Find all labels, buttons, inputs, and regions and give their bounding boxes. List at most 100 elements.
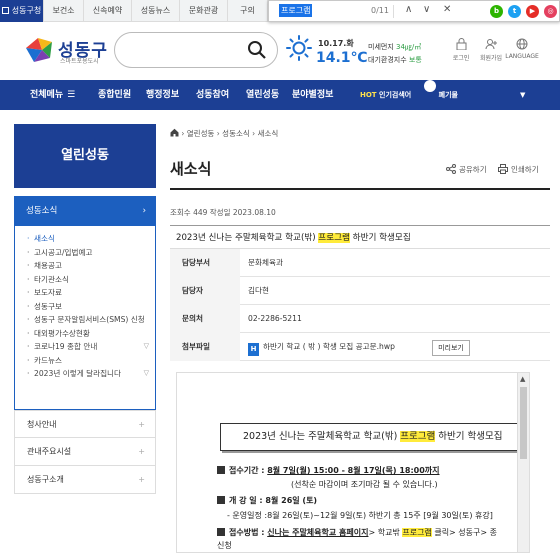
sidebar-item-sms[interactable]: 성동구 문자알림서비스(SMS) 신청 [27, 313, 147, 327]
find-close-icon[interactable]: ✕ [443, 4, 451, 15]
page-title: 새소식 [170, 160, 212, 178]
weather-date: 10.17.화 [318, 39, 354, 48]
doc-text: 클릭> 성동구> 종 [431, 528, 497, 537]
nav-open-seongdong[interactable]: 열린성동 [246, 80, 279, 110]
sidebar-item-news[interactable]: 새소식 [27, 232, 147, 246]
sidebar-item-label: 코로나19 종합 안내 [34, 342, 98, 351]
hot-rank: 1 [423, 80, 436, 99]
sidebar-item-gazette[interactable]: 성동구보 [27, 300, 147, 314]
tab-health-center[interactable]: 보건소 [44, 0, 84, 22]
tab-label: 성동뉴스 [140, 6, 171, 15]
plus-icon: + [138, 420, 145, 429]
scroll-up-icon[interactable]: ▲ [520, 375, 525, 383]
site-search-input[interactable] [114, 32, 278, 68]
sidebar-item-other-orgs[interactable]: 타기관소식 [27, 273, 147, 287]
share-button[interactable]: 공유하기 [446, 164, 487, 175]
air-index-value: 보통 [408, 56, 422, 64]
doc-label: 접수기간 : [229, 466, 268, 475]
sidebar-item-press[interactable]: 보도자료 [27, 286, 147, 300]
doc-link[interactable]: 신나는 주말체육학교 홈페이지 [267, 528, 368, 537]
info-value: 김다현 [248, 286, 269, 295]
sidebar-item-notice[interactable]: 고시공고/입법예고 [27, 246, 147, 260]
sidebar-section-news[interactable]: 성동소식 › [14, 196, 156, 226]
scrollbar-thumb[interactable] [520, 387, 527, 459]
logo-mark-icon [26, 38, 52, 62]
expand-icon[interactable]: ▽ [144, 340, 149, 354]
sidebar-item-cardnews[interactable]: 카드뉴스 [27, 354, 147, 368]
sidebar-item-label: 타기관소식 [34, 274, 69, 284]
nav-participation[interactable]: 성동참여 [196, 80, 229, 110]
doc-label: 개 강 일 : [229, 496, 266, 505]
tab-label: 보건소 [52, 6, 75, 15]
nav-civil-service[interactable]: 종합민원 [98, 80, 131, 110]
find-input[interactable]: 프로그램 [279, 4, 313, 17]
instagram-icon[interactable]: ◎ [544, 5, 557, 18]
tab-label: 구의 [240, 6, 255, 15]
share-label: 공유하기 [459, 165, 487, 174]
doc-line-apply: 신청 [217, 541, 232, 550]
sidebar-item-label: 채용공고 [34, 261, 62, 270]
home-icon[interactable] [170, 128, 179, 137]
doc-line-method: 접수방법 : 신나는 주말체육학교 홈페이지> 학교밖 프로그램 클릭> 성동구… [217, 527, 497, 538]
doc-line-note: (선착순 마감이며 조기마감 될 수 있습니다.) [291, 480, 438, 489]
tab-label: 성동구청 [11, 6, 42, 15]
tab-district-council[interactable]: 구의 [228, 0, 268, 22]
breadcrumb-item[interactable]: 열린성동 [187, 129, 215, 138]
tab-quick-reservation[interactable]: 신속예약 [84, 0, 132, 22]
doc-title-text: 하반기 학생모집 [435, 431, 503, 442]
login-link[interactable]: 로그인 [444, 38, 478, 62]
search-icon[interactable] [247, 40, 267, 60]
attachment-link[interactable]: H 하반기 학교 ( 밖 ) 학생 모집 공고문.hwp [248, 333, 395, 361]
doc-title-text: 2023년 신나는 주말체육학교 학교(밖) [243, 431, 401, 442]
nav-admin-info[interactable]: 행정정보 [146, 80, 179, 110]
preview-button[interactable]: 미리보기 [432, 340, 470, 356]
nav-field-info[interactable]: 분야별정보 [292, 80, 333, 110]
fine-dust-line: 미세먼지 34㎍/㎥ [368, 41, 422, 54]
tab-seongdong-gu-office[interactable]: 성동구청 [0, 0, 44, 22]
bullet-square [217, 496, 225, 504]
subject-text: 하반기 학생모집 [349, 233, 411, 243]
all-menu-button[interactable]: 전체메뉴 ☰ [30, 80, 75, 110]
find-next-icon[interactable]: ∨ [423, 4, 430, 15]
sidebar-item-recruit[interactable]: 채용공고 [27, 259, 147, 273]
sidebar-item-label: 성동구 문자알림서비스(SMS) 신청 [34, 315, 145, 324]
doc-line-schedule: - 운영일정 :8월 26일(토)~12월 9일(토) 하반기 총 15주 [9… [227, 511, 493, 520]
hot-dropdown-icon[interactable]: ▼ [520, 80, 525, 110]
bullet-square [217, 466, 225, 474]
sidebar-item-facilities[interactable]: 관내주요시설 + [14, 438, 156, 466]
expand-icon[interactable]: ▽ [144, 367, 149, 381]
tab-culture-tour[interactable]: 문화관광 [180, 0, 228, 22]
language-link[interactable]: LANGUAGE [502, 38, 542, 60]
login-label: 로그인 [452, 55, 470, 62]
sidebar-item-label: 성동구소개 [27, 475, 64, 484]
sidebar-item-covid[interactable]: 코로나19 종합 안내 ▽ [27, 340, 149, 354]
print-button[interactable]: 인쇄하기 [498, 164, 539, 175]
document-viewer[interactable]: 2023년 신나는 주말체육학교 학교(밖) 프로그램 하반기 학생모집 접수기… [176, 372, 530, 553]
info-row-department: 담당부서 문화체육과 [170, 249, 550, 277]
sidebar-item-label: 고시공고/입법예고 [34, 247, 93, 257]
tab-seongdong-news[interactable]: 성동뉴스 [132, 0, 180, 22]
find-previous-icon[interactable]: ∧ [405, 4, 412, 15]
sidebar-item-about[interactable]: 성동구소개 + [14, 466, 156, 494]
blog-icon[interactable]: b [490, 5, 503, 18]
youtube-icon[interactable]: ▶ [526, 5, 539, 18]
tab-label: 신속예약 [92, 6, 123, 15]
twitter-icon[interactable]: t [508, 5, 521, 18]
plus-icon: + [138, 475, 145, 484]
sidebar-title: 열린성동 [14, 124, 156, 188]
title-divider [170, 188, 550, 190]
seongdong-logo[interactable]: 성동구 스마트포용도시 [24, 34, 116, 70]
info-key: 담당자 [170, 277, 240, 305]
sidebar-item-2023-changes[interactable]: 2023년 이렇게 달라집니다 ▽ [27, 367, 149, 381]
user-add-icon [485, 39, 497, 50]
breadcrumb-item[interactable]: 새소식 [258, 129, 279, 138]
viewer-scrollbar[interactable]: ▲ [517, 373, 529, 552]
sidebar-item-office-guide[interactable]: 청사안내 + [14, 410, 156, 438]
sidebar-section-label: 성동소식 [26, 206, 58, 216]
breadcrumb-item[interactable]: 성동소식 [222, 129, 250, 138]
hot-keyword-ticker[interactable]: HOT 인기검색어 1 폐기물 [360, 80, 458, 110]
info-row-manager: 담당자 김다현 [170, 277, 550, 305]
air-index-line: 대기환경지수 보통 [368, 54, 422, 67]
sidebar-item-awards[interactable]: 대외평가수상현황 [27, 327, 147, 341]
signup-label: 회원가입 [479, 55, 503, 62]
